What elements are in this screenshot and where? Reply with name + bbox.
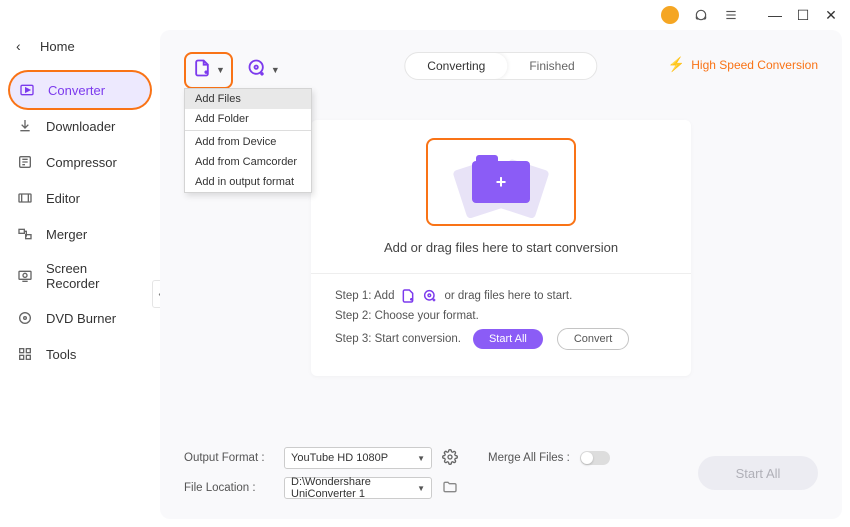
tools-icon	[16, 345, 34, 363]
sidebar: ‹ Home Converter Downloader Compressor E…	[0, 30, 160, 527]
sidebar-item-dvd-burner[interactable]: DVD Burner	[0, 300, 160, 336]
output-format-select[interactable]: YouTube HD 1080P ▼	[284, 447, 432, 469]
hsc-label: High Speed Conversion	[691, 58, 818, 72]
add-files-button[interactable]: ▼	[184, 52, 233, 89]
merge-label: Merge All Files :	[488, 452, 570, 464]
divider	[311, 273, 691, 274]
sidebar-item-label: Merger	[46, 227, 87, 242]
file-location-label: File Location :	[184, 482, 274, 494]
chevron-down-icon: ▼	[271, 65, 280, 75]
dropdown-item-add-in-output-format[interactable]: Add in output format	[185, 172, 311, 192]
sidebar-item-converter[interactable]: Converter	[10, 72, 150, 108]
sidebar-item-editor[interactable]: Editor	[0, 180, 160, 216]
chevron-down-icon: ▼	[417, 484, 425, 493]
merge-toggle[interactable]	[580, 451, 610, 465]
start-all-pill[interactable]: Start All	[473, 329, 543, 349]
screen-recorder-icon	[16, 267, 34, 285]
tab-switch: Converting Finished	[404, 52, 597, 80]
open-folder-icon[interactable]	[442, 479, 458, 498]
plus-icon: +	[496, 172, 507, 193]
tab-converting[interactable]: Converting	[405, 53, 507, 79]
downloader-icon	[16, 117, 34, 135]
dropzone-card: + Add or drag files here to start conver…	[311, 120, 691, 376]
sidebar-item-tools[interactable]: Tools	[0, 336, 160, 372]
step-2: Step 2: Choose your format.	[335, 310, 667, 322]
step-1: Step 1: Add or drag files here to start.	[335, 288, 667, 304]
dropdown-item-add-files[interactable]: Add Files	[185, 89, 311, 109]
editor-icon	[16, 189, 34, 207]
converter-icon	[18, 81, 36, 99]
compressor-icon	[16, 153, 34, 171]
dropdown-item-add-from-device[interactable]: Add from Device	[185, 132, 311, 152]
sidebar-item-label: Editor	[46, 191, 80, 206]
dropdown-item-add-folder[interactable]: Add Folder	[185, 109, 311, 129]
back-icon: ‹	[16, 38, 30, 54]
sidebar-item-merger[interactable]: Merger	[0, 216, 160, 252]
titlebar: — ☐ ✕	[0, 0, 850, 30]
minimize-button[interactable]: —	[768, 7, 782, 23]
close-button[interactable]: ✕	[824, 7, 838, 24]
user-avatar[interactable]	[661, 6, 679, 24]
add-dvd-icon	[247, 58, 267, 83]
tab-finished[interactable]: Finished	[507, 53, 596, 79]
sidebar-item-label: Compressor	[46, 155, 117, 170]
add-file-icon	[192, 58, 212, 83]
footer: Output Format : YouTube HD 1080P ▼ Merge…	[184, 437, 818, 499]
sidebar-item-compressor[interactable]: Compressor	[0, 144, 160, 180]
output-format-label: Output Format :	[184, 452, 274, 464]
sidebar-item-screen-recorder[interactable]: Screen Recorder	[0, 252, 160, 300]
chevron-down-icon: ▼	[417, 454, 425, 463]
sidebar-item-label: Screen Recorder	[46, 261, 144, 291]
add-files-dropdown: Add Files Add Folder Add from Device Add…	[184, 88, 312, 193]
add-file-icon[interactable]	[400, 288, 416, 304]
maximize-button[interactable]: ☐	[796, 7, 810, 24]
folder-illustration: +	[451, 153, 551, 211]
sidebar-item-label: Converter	[48, 83, 105, 98]
convert-pill[interactable]: Convert	[557, 328, 630, 350]
dropdown-separator	[185, 130, 311, 131]
settings-icon[interactable]	[442, 449, 458, 468]
high-speed-conversion-button[interactable]: ⚡ High Speed Conversion	[668, 56, 818, 73]
file-location-select[interactable]: D:\Wondershare UniConverter 1 ▼	[284, 477, 432, 499]
start-all-button[interactable]: Start All	[698, 456, 818, 490]
bolt-icon: ⚡	[668, 56, 685, 73]
toolbar: ▼ ▼ Add Files Add Folder Add from Device…	[184, 50, 818, 90]
add-dvd-button[interactable]: ▼	[241, 54, 286, 87]
merger-icon	[16, 225, 34, 243]
chevron-down-icon: ▼	[216, 65, 225, 75]
dropzone-text: Add or drag files here to start conversi…	[335, 240, 667, 255]
sidebar-item-label: DVD Burner	[46, 311, 116, 326]
sidebar-item-downloader[interactable]: Downloader	[0, 108, 160, 144]
content-area: ▼ ▼ Add Files Add Folder Add from Device…	[160, 30, 842, 519]
home-button[interactable]: ‹ Home	[0, 30, 160, 62]
home-label: Home	[40, 39, 75, 54]
support-icon[interactable]	[693, 7, 709, 23]
menu-icon[interactable]	[723, 7, 739, 23]
step-3: Step 3: Start conversion. Start All Conv…	[335, 328, 667, 350]
add-dvd-icon[interactable]	[422, 288, 438, 304]
dvd-burner-icon	[16, 309, 34, 327]
sidebar-item-label: Tools	[46, 347, 76, 362]
sidebar-item-label: Downloader	[46, 119, 115, 134]
dropzone-hero[interactable]: +	[426, 138, 576, 226]
dropdown-item-add-from-camcorder[interactable]: Add from Camcorder	[185, 152, 311, 172]
